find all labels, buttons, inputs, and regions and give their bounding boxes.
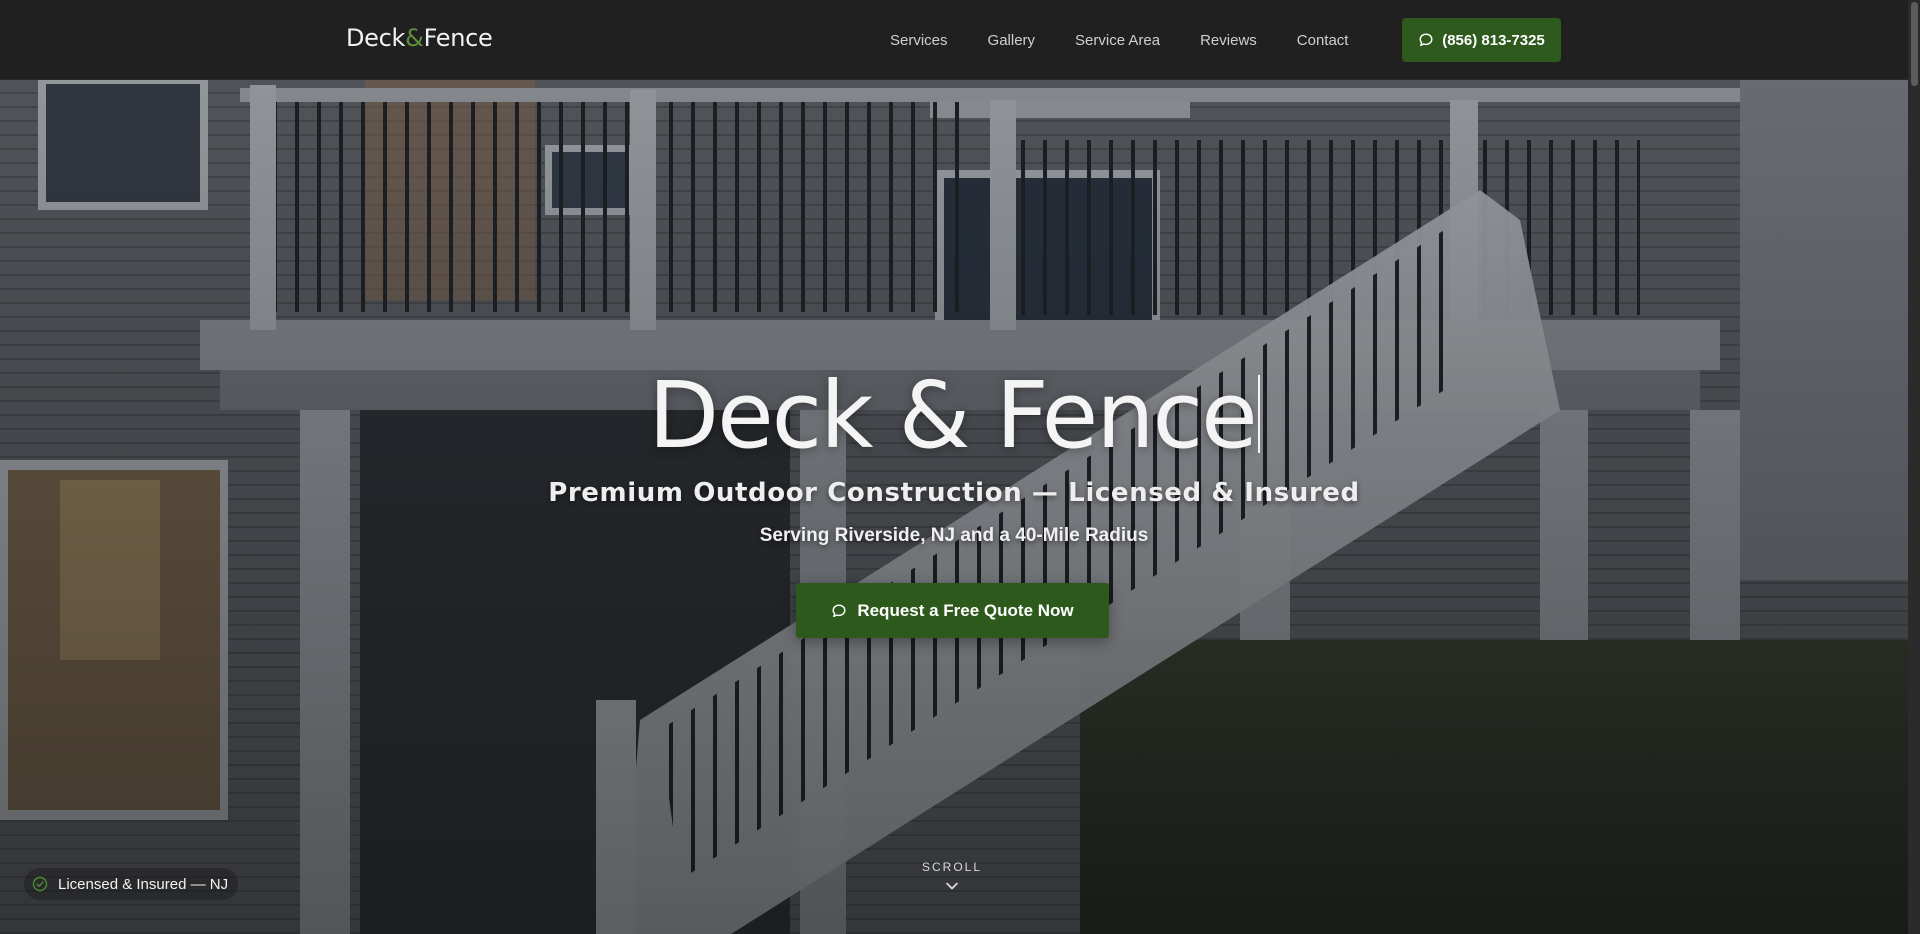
phone-call-button[interactable]: (856) 813-7325: [1402, 18, 1561, 62]
scrollbar-thumb[interactable]: [1911, 2, 1918, 86]
page-scrollbar[interactable]: [1908, 0, 1920, 934]
nav-link-services[interactable]: Services: [890, 32, 948, 49]
main-nav: Services Gallery Service Area Reviews Co…: [890, 0, 1388, 80]
request-quote-button[interactable]: Request a Free Quote Now: [796, 583, 1109, 638]
typing-cursor: [1257, 375, 1260, 453]
logo-text-fence: Fence: [423, 24, 493, 52]
nav-link-service-area[interactable]: Service Area: [1075, 32, 1160, 49]
badge-label: Licensed & Insured — NJ: [58, 875, 229, 893]
page: Deck&Fence Services Gallery Service Area…: [0, 0, 1920, 934]
chevron-down-icon: [945, 878, 959, 890]
nav-link-contact[interactable]: Contact: [1297, 32, 1349, 49]
licensed-badge: Licensed & Insured — NJ: [24, 868, 239, 900]
hero-title: Deck & Fence: [0, 362, 1908, 469]
chat-bubble-icon: [1418, 32, 1434, 48]
logo-text-deck: Deck: [346, 24, 406, 52]
scroll-label: SCROLL: [921, 860, 983, 874]
site-logo[interactable]: Deck&Fence: [346, 24, 493, 52]
hero-subtitle: Premium Outdoor Construction — Licensed …: [548, 478, 1360, 508]
phone-button-label: (856) 813-7325: [1442, 31, 1545, 49]
nav-link-gallery[interactable]: Gallery: [988, 32, 1036, 49]
hero-service-area: Serving Riverside, NJ and a 40-Mile Radi…: [759, 525, 1149, 546]
nav-link-reviews[interactable]: Reviews: [1200, 32, 1257, 49]
hero-title-text: Deck & Fence: [648, 362, 1258, 469]
site-header: Deck&Fence Services Gallery Service Area…: [0, 0, 1908, 80]
scroll-indicator[interactable]: SCROLL: [904, 860, 1000, 890]
chat-bubble-icon: [831, 603, 847, 619]
request-quote-label: Request a Free Quote Now: [857, 600, 1074, 620]
check-circle-icon: [32, 876, 48, 892]
logo-ampersand: &: [405, 24, 424, 52]
